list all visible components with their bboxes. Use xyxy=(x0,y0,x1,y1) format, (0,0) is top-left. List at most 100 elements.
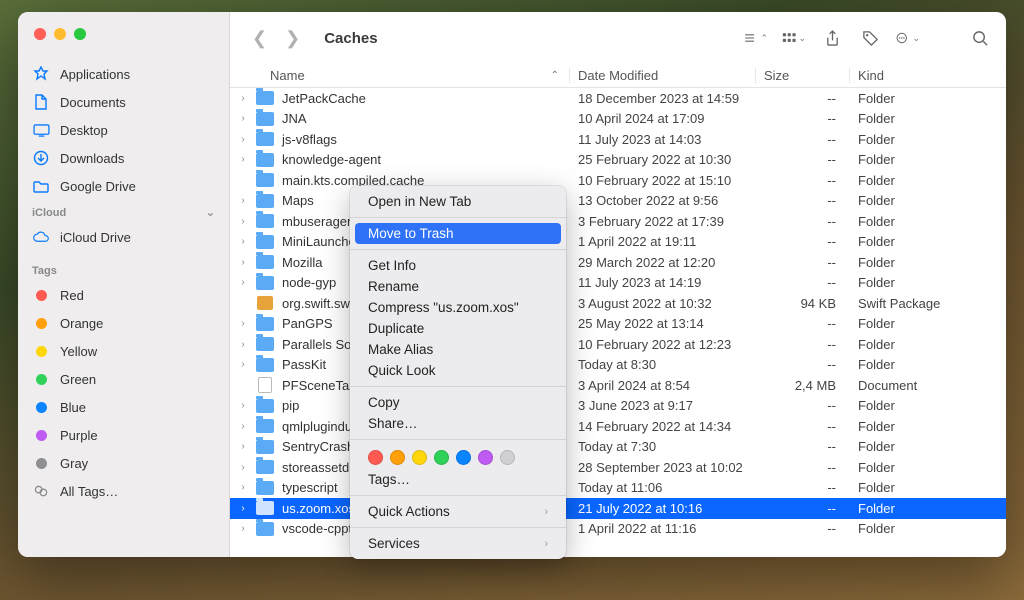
disclosure-triangle-icon[interactable]: › xyxy=(238,441,248,452)
file-row[interactable]: ›Parallels Software10 February 2022 at 1… xyxy=(230,334,1006,355)
disclosure-triangle-icon[interactable]: › xyxy=(238,318,248,329)
cm-open-in-new-tab[interactable]: Open in New Tab xyxy=(350,191,566,212)
sidebar-section-icloud[interactable]: iCloud ⌄ xyxy=(18,200,229,223)
sidebar-item-all-tags[interactable]: All Tags… xyxy=(18,477,229,505)
column-header-size[interactable]: Size xyxy=(756,68,850,83)
file-row[interactable]: ›typescriptToday at 11:06--Folder xyxy=(230,478,1006,499)
cm-rename[interactable]: Rename xyxy=(350,276,566,297)
sidebar-item-icloud-drive[interactable]: iCloud Drive xyxy=(18,223,229,251)
file-row[interactable]: ›storeassetd28 September 2023 at 10:02--… xyxy=(230,457,1006,478)
view-list-button[interactable]: ⌃ xyxy=(744,31,768,45)
file-row[interactable]: ›Maps13 October 2022 at 9:56--Folder xyxy=(230,191,1006,212)
search-button[interactable] xyxy=(968,30,992,47)
file-list[interactable]: ›JetPackCache18 December 2023 at 14:59--… xyxy=(230,88,1006,557)
cm-tag-color[interactable] xyxy=(478,450,493,465)
file-row[interactable]: ›qmlplugindump14 February 2022 at 14:34-… xyxy=(230,416,1006,437)
disclosure-triangle-icon[interactable]: › xyxy=(238,503,248,514)
disclosure-triangle-icon[interactable]: › xyxy=(238,113,248,124)
disclosure-triangle-icon[interactable]: › xyxy=(238,195,248,206)
column-header-date[interactable]: Date Modified xyxy=(570,68,756,83)
sidebar-tag-red[interactable]: Red xyxy=(18,281,229,309)
file-row[interactable]: ›PanGPS25 May 2022 at 13:14--Folder xyxy=(230,314,1006,335)
sidebar-tag-gray[interactable]: Gray xyxy=(18,449,229,477)
sidebar-item-label: Green xyxy=(60,372,96,387)
disclosure-triangle-icon[interactable]: › xyxy=(238,134,248,145)
disclosure-triangle-icon[interactable]: › xyxy=(238,93,248,104)
cm-tag-color[interactable] xyxy=(390,450,405,465)
cm-copy[interactable]: Copy xyxy=(350,392,566,413)
file-row[interactable]: ›mbuseragent3 February 2022 at 17:39--Fo… xyxy=(230,211,1006,232)
file-row[interactable]: main.kts.compiled.cache10 February 2022 … xyxy=(230,170,1006,191)
sidebar-tag-purple[interactable]: Purple xyxy=(18,421,229,449)
sidebar-item-documents[interactable]: Documents xyxy=(18,88,229,116)
file-name: storeassetd xyxy=(282,460,349,475)
disclosure-triangle-icon[interactable]: › xyxy=(238,236,248,247)
cm-tag-color[interactable] xyxy=(368,450,383,465)
sidebar-tag-green[interactable]: Green xyxy=(18,365,229,393)
cm-make-alias[interactable]: Make Alias xyxy=(350,339,566,360)
file-row[interactable]: org.swift.swiftpm3 August 2022 at 10:329… xyxy=(230,293,1006,314)
disclosure-triangle-icon[interactable]: › xyxy=(238,154,248,165)
sidebar-tag-yellow[interactable]: Yellow xyxy=(18,337,229,365)
action-menu-button[interactable]: ⌄ xyxy=(896,30,920,46)
disclosure-triangle-icon[interactable]: › xyxy=(238,359,248,370)
sidebar-item-desktop[interactable]: Desktop xyxy=(18,116,229,144)
sidebar-tag-blue[interactable]: Blue xyxy=(18,393,229,421)
cm-move-to-trash[interactable]: Move to Trash xyxy=(355,223,561,244)
disclosure-triangle-icon[interactable]: › xyxy=(238,421,248,432)
forward-button[interactable]: ❯ xyxy=(285,28,300,49)
cm-tag-color[interactable] xyxy=(456,450,471,465)
file-row[interactable]: ›node-gyp11 July 2023 at 14:19--Folder xyxy=(230,273,1006,294)
file-row[interactable]: PFSceneTaxonomy.plist3 April 2024 at 8:5… xyxy=(230,375,1006,396)
cm-tag-color[interactable] xyxy=(500,450,515,465)
file-kind: Folder xyxy=(850,316,1006,331)
sidebar-item-downloads[interactable]: Downloads xyxy=(18,144,229,172)
zoom-window-button[interactable] xyxy=(74,28,86,40)
back-button[interactable]: ❮ xyxy=(252,28,267,49)
file-row[interactable]: ›knowledge-agent25 February 2022 at 10:3… xyxy=(230,150,1006,171)
file-row[interactable]: ›js-v8flags11 July 2023 at 14:03--Folder xyxy=(230,129,1006,150)
file-date: 28 September 2023 at 10:02 xyxy=(570,460,756,475)
file-row[interactable]: ›JetPackCache18 December 2023 at 14:59--… xyxy=(230,88,1006,109)
cm-duplicate[interactable]: Duplicate xyxy=(350,318,566,339)
tags-button[interactable] xyxy=(858,30,882,47)
file-row[interactable]: ›Mozilla29 March 2022 at 12:20--Folder xyxy=(230,252,1006,273)
sidebar-item-applications[interactable]: Applications xyxy=(18,60,229,88)
disclosure-triangle-icon[interactable]: › xyxy=(238,462,248,473)
column-header-name[interactable]: Name ⌃ xyxy=(230,68,570,83)
cm-compress[interactable]: Compress "us.zoom.xos" xyxy=(350,297,566,318)
column-header-kind[interactable]: Kind xyxy=(850,68,1006,83)
disclosure-triangle-icon[interactable]: › xyxy=(238,523,248,534)
close-window-button[interactable] xyxy=(34,28,46,40)
cm-share[interactable]: Share… xyxy=(350,413,566,434)
cm-services[interactable]: Services › xyxy=(350,533,566,554)
share-button[interactable] xyxy=(820,30,844,47)
sidebar-tag-orange[interactable]: Orange xyxy=(18,309,229,337)
sidebar-item-google-drive[interactable]: Google Drive xyxy=(18,172,229,200)
folder-icon xyxy=(256,173,274,187)
minimize-window-button[interactable] xyxy=(54,28,66,40)
file-date: 11 July 2023 at 14:03 xyxy=(570,132,756,147)
disclosure-triangle-icon[interactable]: › xyxy=(238,277,248,288)
file-row[interactable]: ›vscode-cpptools1 April 2022 at 11:16--F… xyxy=(230,519,1006,540)
disclosure-triangle-icon[interactable]: › xyxy=(238,339,248,350)
file-row[interactable]: ›pip3 June 2023 at 9:17--Folder xyxy=(230,396,1006,417)
file-name: Maps xyxy=(282,193,314,208)
file-row[interactable]: ›PassKitToday at 8:30--Folder xyxy=(230,355,1006,376)
disclosure-triangle-icon[interactable]: › xyxy=(238,482,248,493)
cm-quick-look[interactable]: Quick Look xyxy=(350,360,566,381)
file-date: 3 February 2022 at 17:39 xyxy=(570,214,756,229)
cm-quick-actions[interactable]: Quick Actions › xyxy=(350,501,566,522)
disclosure-triangle-icon[interactable]: › xyxy=(238,257,248,268)
cm-tag-color[interactable] xyxy=(434,450,449,465)
file-row[interactable]: ›JNA10 April 2024 at 17:09--Folder xyxy=(230,109,1006,130)
group-button[interactable]: ⌄ xyxy=(782,31,806,45)
file-row[interactable]: ›SentryCrashToday at 7:30--Folder xyxy=(230,437,1006,458)
disclosure-triangle-icon[interactable]: › xyxy=(238,400,248,411)
cm-get-info[interactable]: Get Info xyxy=(350,255,566,276)
cm-tag-color[interactable] xyxy=(412,450,427,465)
file-row[interactable]: ›us.zoom.xos21 July 2022 at 10:16--Folde… xyxy=(230,498,1006,519)
cm-tags[interactable]: Tags… xyxy=(350,469,566,490)
file-row[interactable]: ›MiniLauncher1 April 2022 at 19:11--Fold… xyxy=(230,232,1006,253)
disclosure-triangle-icon[interactable]: › xyxy=(238,216,248,227)
